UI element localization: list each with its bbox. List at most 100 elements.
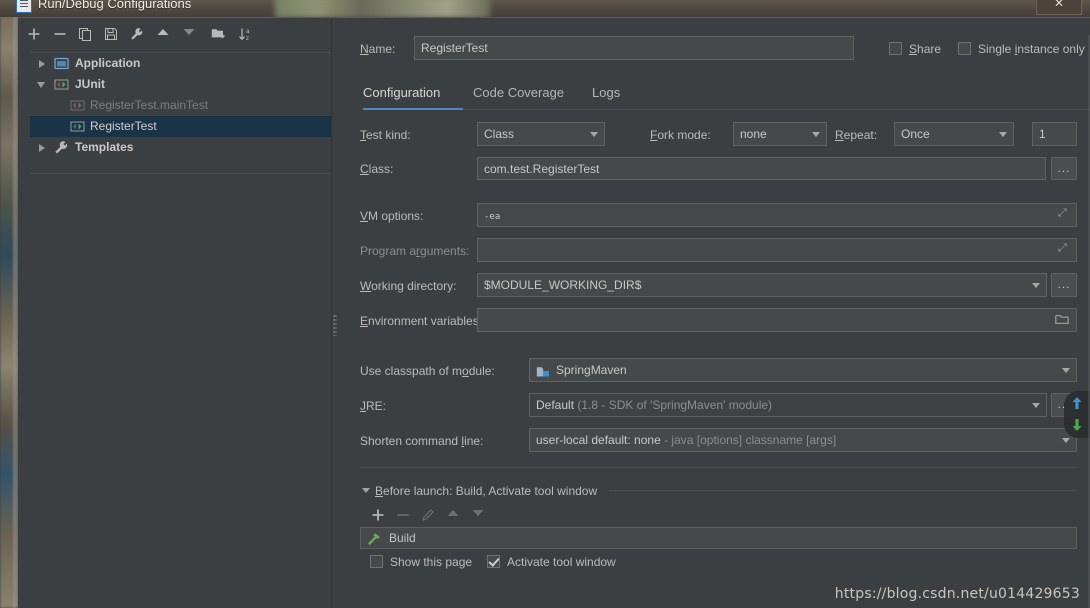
show-this-page-checkbox[interactable] <box>370 555 383 568</box>
save-configuration-button[interactable] <box>100 24 122 46</box>
tree-item-label: Application <box>75 56 141 70</box>
name-label: Name: <box>360 42 396 56</box>
tree-item-label: JUnit <box>75 77 105 91</box>
section-divider <box>360 467 1077 468</box>
before-launch-title: Before launch: Build, Activate tool wind… <box>375 484 598 498</box>
class-label: Class: <box>360 162 394 176</box>
working-directory-select[interactable]: $MODULE_WORKING_DIR$ <box>477 273 1047 297</box>
share-checkbox[interactable] <box>889 42 902 55</box>
window-title: Run/Debug Configurations <box>38 0 192 11</box>
active-tab-indicator <box>363 108 463 110</box>
edit-templates-button[interactable] <box>126 24 148 46</box>
splitter-grip[interactable] <box>333 314 337 336</box>
tree-item-junit[interactable]: JUnit <box>30 74 331 95</box>
nav-up-arrow-icon[interactable] <box>1071 396 1083 410</box>
before-launch-move-up-button <box>442 505 464 527</box>
wrench-icon <box>54 140 69 155</box>
working-directory-value: $MODULE_WORKING_DIR$ <box>484 278 642 292</box>
window-close-button[interactable]: ✕ <box>1036 0 1082 15</box>
fork-mode-value: none <box>740 127 767 141</box>
expand-arrow-icon[interactable] <box>36 137 50 158</box>
chevron-down-icon <box>999 132 1007 137</box>
before-launch-remove-button <box>392 505 414 527</box>
move-up-button[interactable] <box>152 24 174 46</box>
class-input[interactable]: com.test.RegisterTest <box>477 157 1046 180</box>
window-titlebar: Run/Debug Configurations ✕ <box>0 0 1090 17</box>
navigation-overlay[interactable] <box>1064 391 1090 438</box>
before-launch-add-button[interactable] <box>367 505 389 527</box>
tree-item-registertest-maintest[interactable]: RegisterTest.mainTest <box>30 95 331 116</box>
sort-button[interactable]: a z <box>234 24 256 46</box>
copy-configuration-button[interactable] <box>74 24 96 46</box>
tree-item-label: Templates <box>75 140 134 154</box>
panel-splitter[interactable] <box>331 18 339 608</box>
activate-tool-window-label: Activate tool window <box>507 555 616 569</box>
before-launch-title-rule <box>609 490 1077 491</box>
before-launch-collapse-icon[interactable] <box>362 488 370 493</box>
chevron-down-icon <box>1062 368 1070 373</box>
tab-configuration[interactable]: Configuration <box>363 80 440 106</box>
svg-text:a: a <box>246 29 250 35</box>
splitter-line <box>331 18 332 608</box>
chevron-down-icon <box>590 132 598 137</box>
nav-down-arrow-icon[interactable] <box>1071 418 1083 432</box>
configurations-tree[interactable]: Application JUnit RegisterTest.mainTest … <box>30 52 331 174</box>
titlebar-background-blur <box>275 0 490 17</box>
test-kind-select[interactable]: Class <box>477 122 605 146</box>
add-configuration-button[interactable] <box>23 24 45 46</box>
repeat-select[interactable]: Once <box>894 122 1014 146</box>
remove-configuration-button[interactable] <box>49 24 71 46</box>
working-directory-browse-button[interactable]: ... <box>1051 273 1077 297</box>
before-launch-move-down-button <box>467 505 489 527</box>
show-this-page-label: Show this page <box>390 555 473 569</box>
before-launch-toolbar <box>367 505 567 527</box>
vm-options-expand-icon[interactable]: ⤢ <box>1058 207 1067 220</box>
before-launch-item-build[interactable]: Build <box>361 528 1076 548</box>
single-instance-checkbox[interactable] <box>958 42 971 55</box>
dialog-body: a z Application JUnit RegisterTest.mainT… <box>18 17 1090 608</box>
fork-mode-select[interactable]: none <box>733 122 827 146</box>
test-kind-value: Class <box>484 127 515 141</box>
environment-variables-browse-icon[interactable] <box>1055 313 1070 329</box>
shorten-command-line-label: Shorten command line: <box>360 434 484 448</box>
tab-code-coverage[interactable]: Code Coverage <box>473 80 564 106</box>
share-label: Share <box>909 42 942 56</box>
single-instance-label: Single instance only <box>978 42 1085 56</box>
watermark: https://blog.csdn.net/u014429653 <box>834 586 1080 602</box>
new-folder-button[interactable] <box>207 24 229 46</box>
application-icon <box>54 56 69 71</box>
tree-item-registertest[interactable]: RegisterTest <box>30 116 331 137</box>
jre-select[interactable]: Default (1.8 - SDK of 'SpringMaven' modu… <box>529 393 1047 417</box>
jre-value-hint: (1.8 - SDK of 'SpringMaven' module) <box>577 398 773 412</box>
activate-tool-window-checkbox[interactable] <box>487 555 500 568</box>
move-down-button[interactable] <box>178 24 200 46</box>
program-arguments-expand-icon[interactable]: ⤢ <box>1058 242 1067 255</box>
before-launch-edit-button <box>417 505 439 527</box>
tree-item-application[interactable]: Application <box>30 53 331 74</box>
name-input[interactable]: RegisterTest <box>414 36 854 60</box>
vm-options-label: VM options: <box>360 209 424 223</box>
program-arguments-input[interactable] <box>477 238 1077 262</box>
build-hammer-icon <box>367 531 382 552</box>
expand-arrow-icon[interactable] <box>36 53 50 74</box>
classpath-module-select[interactable]: SpringMaven <box>529 358 1077 382</box>
chevron-down-icon <box>812 132 820 137</box>
tree-item-templates[interactable]: Templates <box>30 137 331 158</box>
repeat-count-input[interactable]: 1 <box>1032 122 1077 146</box>
repeat-value: Once <box>901 127 930 141</box>
vm-options-input[interactable]: -ea <box>477 203 1077 227</box>
shorten-command-line-select[interactable]: user-local default: none - java [options… <box>529 428 1077 452</box>
tree-item-label: RegisterTest <box>90 119 157 133</box>
tab-logs[interactable]: Logs <box>592 80 620 106</box>
class-browse-button[interactable]: ... <box>1051 157 1077 180</box>
before-launch-list[interactable]: Build <box>360 527 1077 549</box>
shorten-command-line-value: user-local default: none <box>536 433 661 447</box>
environment-variables-input[interactable] <box>477 308 1077 332</box>
chevron-down-icon <box>1062 438 1070 443</box>
junit-run-icon <box>70 119 85 134</box>
repeat-label: Repeat: <box>835 128 878 142</box>
collapse-arrow-icon[interactable] <box>36 74 50 95</box>
run-debug-configurations-dialog: Run/Debug Configurations ✕ a z Applicati… <box>0 0 1090 608</box>
junit-icon <box>54 77 69 92</box>
sidebar-toolbar: a z <box>18 24 331 50</box>
